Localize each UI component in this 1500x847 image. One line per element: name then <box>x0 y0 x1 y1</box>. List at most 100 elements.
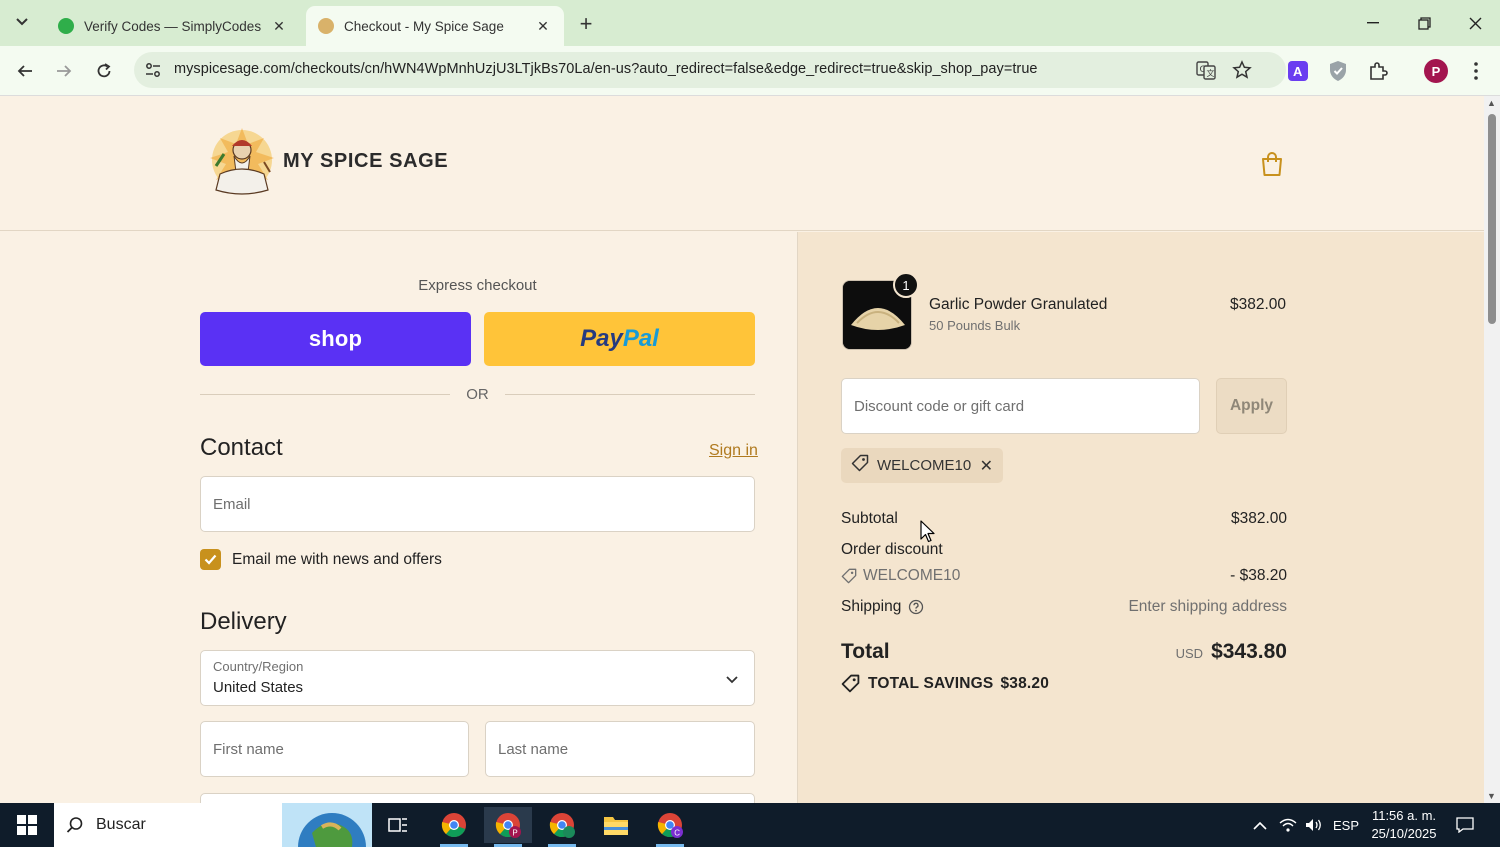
clock-date: 25/10/2025 <box>1371 826 1437 841</box>
taskbar-search-box[interactable]: Buscar <box>54 803 372 847</box>
next-field[interactable] <box>200 793 755 803</box>
new-tab-icon[interactable]: + <box>572 10 600 38</box>
svg-text:P: P <box>512 828 517 837</box>
discount-code-text: WELCOME10 <box>863 567 961 584</box>
order-discount-row: Order discount <box>841 541 1287 559</box>
checkout-page: MY SPICE SAGE Express checkout shop Pay P… <box>0 96 1484 803</box>
discount-code-input[interactable]: Discount code or gift card <box>841 378 1200 434</box>
address-bar[interactable]: myspicesage.com/checkouts/cn/hWN4WpMnhUz… <box>134 52 1286 88</box>
tag-icon <box>841 674 860 693</box>
forward-arrow-icon[interactable] <box>49 56 79 86</box>
email-field[interactable]: Email <box>200 476 755 532</box>
tag-icon <box>841 568 857 584</box>
paypal-label-pal: Pal <box>622 325 659 352</box>
country-select[interactable]: Country/Region United States <box>200 650 755 706</box>
back-arrow-icon[interactable] <box>10 56 40 86</box>
chrome-profile-c-app-icon[interactable]: C <box>646 807 694 847</box>
site-header: MY SPICE SAGE <box>0 96 1484 231</box>
remove-code-icon[interactable]: ✕ <box>980 456 993 476</box>
product-price: $382.00 <box>1229 296 1286 313</box>
country-label: Country/Region <box>213 659 304 674</box>
chrome-profile-g-app-icon[interactable] <box>538 807 586 847</box>
total-value: $343.80 <box>1211 640 1287 663</box>
apply-discount-button[interactable]: Apply <box>1216 378 1287 434</box>
scrollbar-thumb[interactable] <box>1488 114 1496 324</box>
svg-text:文: 文 <box>1207 68 1215 78</box>
first-name-field[interactable]: First name <box>200 721 469 777</box>
discount-code-row: WELCOME10 - $38.20 <box>841 567 1287 585</box>
clock-time: 11:56 a. m. <box>1371 808 1437 823</box>
tab-simplycodes[interactable]: Verify Codes — SimplyCodes ✕ <box>46 6 300 46</box>
spice-sage-favicon-icon <box>318 18 334 34</box>
chrome-app-icon[interactable] <box>430 807 478 847</box>
discount-code-label: WELCOME10 <box>841 567 960 585</box>
browser-toolbar: myspicesage.com/checkouts/cn/hWN4WpMnhUz… <box>0 46 1500 96</box>
network-icon[interactable] <box>1276 803 1300 847</box>
brand-logo[interactable] <box>204 124 280 200</box>
shield-extension-icon[interactable] <box>1325 58 1351 84</box>
total-savings: TOTAL SAVINGS $38.20 <box>841 674 1049 693</box>
newsletter-label: Email me with news and offers <box>232 550 442 568</box>
newsletter-option[interactable]: Email me with news and offers <box>200 549 442 570</box>
shopping-bag-icon[interactable] <box>1258 150 1286 178</box>
notifications-icon[interactable] <box>1452 803 1478 847</box>
reload-icon[interactable] <box>89 56 119 86</box>
extension-a-icon[interactable]: A <box>1285 58 1311 84</box>
tab-close-icon[interactable]: ✕ <box>270 18 288 35</box>
minimize-icon[interactable] <box>1350 8 1396 38</box>
volume-icon[interactable] <box>1302 803 1326 847</box>
tab-checkout[interactable]: Checkout - My Spice Sage ✕ <box>306 6 564 46</box>
translate-icon[interactable]: G文 <box>1196 60 1216 80</box>
close-window-icon[interactable] <box>1452 8 1498 38</box>
discount-value: - $38.20 <box>1230 567 1287 584</box>
tag-icon <box>851 454 869 477</box>
extensions-puzzle-icon[interactable] <box>1365 58 1391 84</box>
task-view-icon[interactable] <box>374 807 422 843</box>
total-label: Total <box>841 640 890 663</box>
checkout-form: Express checkout shop Pay Pal OR Contact … <box>0 232 797 803</box>
file-explorer-icon[interactable] <box>592 807 640 843</box>
profile-avatar[interactable]: P <box>1423 58 1449 84</box>
restore-icon[interactable] <box>1401 8 1447 38</box>
url-text: myspicesage.com/checkouts/cn/hWN4WpMnhUz… <box>174 61 1038 77</box>
chrome-profile-p-app-icon[interactable]: P <box>484 807 532 847</box>
language-indicator[interactable]: ESP <box>1330 803 1362 847</box>
brand-name[interactable]: MY SPICE SAGE <box>283 150 448 173</box>
page-scrollbar[interactable]: ▲ ▼ <box>1484 96 1500 803</box>
subtotal-row: Subtotal $382.00 <box>841 510 1287 528</box>
last-name-field[interactable]: Last name <box>485 721 755 777</box>
help-circle-icon[interactable] <box>908 599 924 615</box>
savings-value: $38.20 <box>1000 674 1050 692</box>
newsletter-checkbox[interactable] <box>200 549 221 570</box>
windows-taskbar: Buscar P C ESP 11:56 a. m. 25/10/2025 <box>0 803 1500 847</box>
search-icon <box>66 816 84 834</box>
tab-search-icon[interactable] <box>6 8 38 36</box>
order-summary: 1 Garlic Powder Granulated 50 Pounds Bul… <box>797 232 1484 803</box>
savings-label: TOTAL SAVINGS <box>868 674 994 692</box>
shipping-label-group: Shipping <box>841 598 924 616</box>
scroll-down-icon[interactable]: ▼ <box>1487 791 1496 801</box>
or-text: OR <box>466 385 489 403</box>
scroll-up-icon[interactable]: ▲ <box>1487 98 1496 108</box>
system-clock[interactable]: 11:56 a. m. 25/10/2025 <box>1364 807 1444 843</box>
discount-placeholder: Discount code or gift card <box>854 398 1025 415</box>
site-info-icon[interactable] <box>144 61 162 79</box>
windows-start-icon[interactable] <box>0 803 54 847</box>
total-currency: USD <box>1175 646 1204 661</box>
svg-text:C: C <box>674 828 680 837</box>
bookmark-star-icon[interactable] <box>1232 60 1252 80</box>
shipping-row: Shipping Enter shipping address <box>841 598 1287 616</box>
delivery-heading: Delivery <box>200 608 287 635</box>
sign-in-link[interactable]: Sign in <box>709 442 758 460</box>
mouse-cursor-icon <box>920 520 936 544</box>
browser-menu-icon[interactable] <box>1463 58 1489 84</box>
tab-close-icon[interactable]: ✕ <box>534 18 552 35</box>
shipping-label: Shipping <box>841 598 902 615</box>
product-name: Garlic Powder Granulated <box>929 296 1108 313</box>
paypal-button[interactable]: Pay Pal <box>484 312 755 366</box>
shop-pay-button[interactable]: shop <box>200 312 471 366</box>
last-name-placeholder: Last name <box>498 741 569 758</box>
simplycodes-favicon-icon <box>58 18 74 34</box>
or-divider: OR <box>200 384 755 404</box>
chevron-up-icon[interactable] <box>1248 803 1272 847</box>
